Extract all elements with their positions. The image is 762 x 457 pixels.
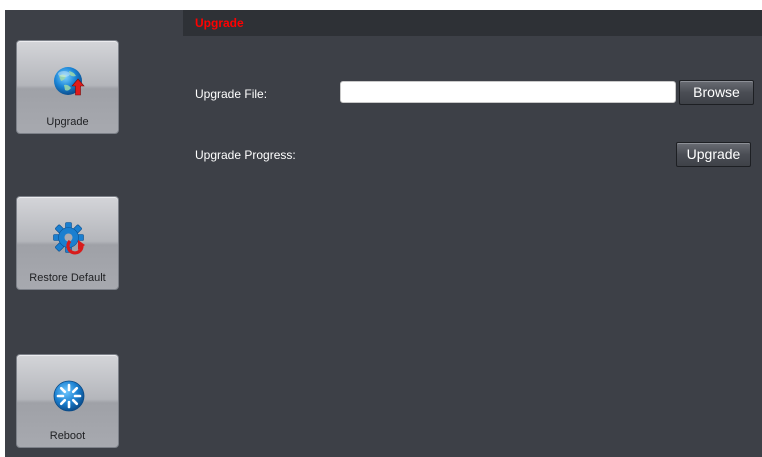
upgrade-progress-label: Upgrade Progress: xyxy=(195,148,296,162)
gear-restore-icon xyxy=(53,222,85,255)
sidebar-item-reboot[interactable]: Reboot xyxy=(16,354,119,448)
browse-button[interactable]: Browse xyxy=(679,80,754,105)
sidebar-item-restore-default[interactable]: Restore Default xyxy=(16,196,119,290)
sidebar: Upgrade Restore Default Reboot xyxy=(5,10,183,457)
sidebar-item-label: Upgrade xyxy=(46,116,89,128)
top-margin xyxy=(0,0,762,10)
upgrade-file-input[interactable] xyxy=(340,81,676,103)
reboot-spinner-icon xyxy=(53,380,85,412)
upgrade-file-label: Upgrade File: xyxy=(195,87,268,101)
panel-header: Upgrade xyxy=(183,10,762,36)
main-panel: Upgrade Upgrade File: Browse Upgrade Pro… xyxy=(183,10,762,457)
sidebar-item-label: Restore Default xyxy=(29,272,106,284)
globe-upgrade-icon xyxy=(54,67,85,96)
sidebar-item-label: Reboot xyxy=(49,430,86,442)
upgrade-button[interactable]: Upgrade xyxy=(676,142,751,167)
sidebar-item-upgrade[interactable]: Upgrade xyxy=(16,40,119,134)
page-title: Upgrade xyxy=(195,16,244,30)
